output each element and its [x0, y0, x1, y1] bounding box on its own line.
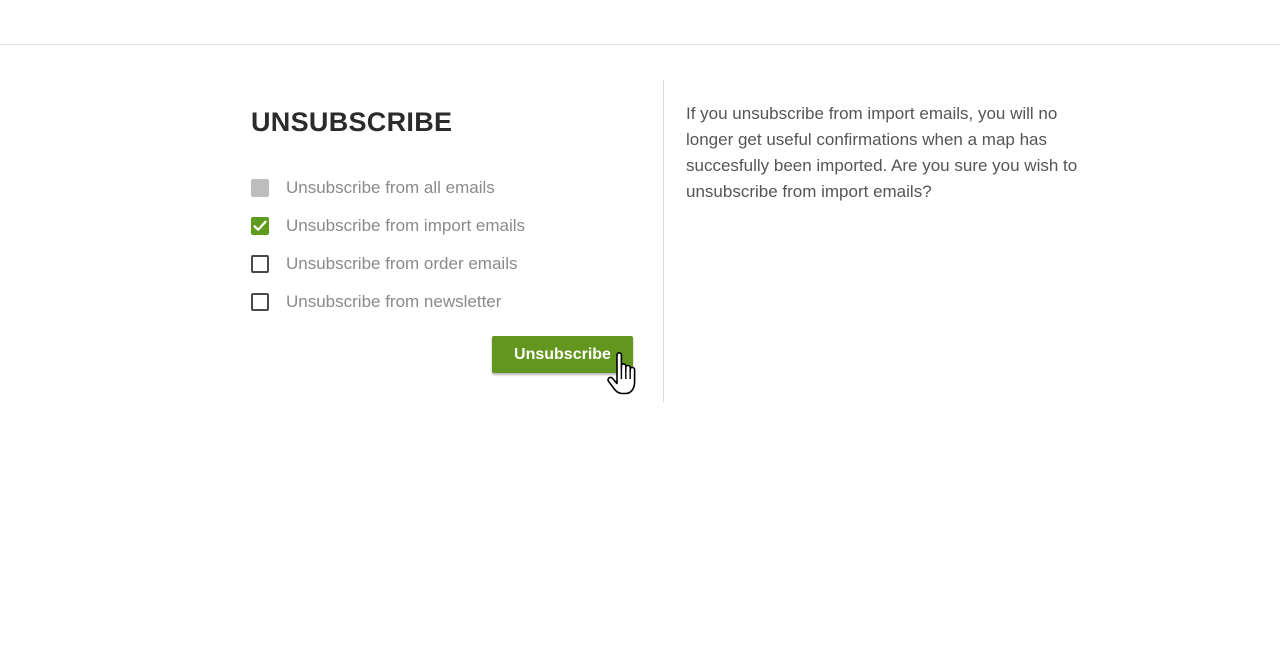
option-label: Unsubscribe from all emails: [286, 178, 495, 197]
top-header-bar: [0, 0, 1280, 45]
option-order-emails[interactable]: Unsubscribe from order emails: [251, 253, 517, 275]
option-label: Unsubscribe from newsletter: [286, 292, 502, 311]
option-import-emails[interactable]: Unsubscribe from import emails: [251, 215, 525, 237]
option-label: Unsubscribe from import emails: [286, 216, 526, 235]
newsletter-checkbox[interactable]: [251, 293, 269, 311]
option-label: Unsubscribe from order emails: [286, 254, 518, 273]
import-emails-checkbox[interactable]: [251, 217, 269, 235]
order-emails-checkbox[interactable]: [251, 255, 269, 273]
info-message: If you unsubscribe from import emails, y…: [686, 104, 1078, 201]
option-all-emails[interactable]: Unsubscribe from all emails: [251, 177, 495, 199]
all-emails-checkbox: [251, 179, 269, 197]
hand-pointer-cursor-icon: [607, 352, 636, 395]
checkmark-icon: [253, 220, 267, 231]
page-title: UNSUBSCRIBE: [251, 107, 453, 137]
option-newsletter[interactable]: Unsubscribe from newsletter: [251, 291, 501, 313]
column-divider: [663, 80, 664, 402]
